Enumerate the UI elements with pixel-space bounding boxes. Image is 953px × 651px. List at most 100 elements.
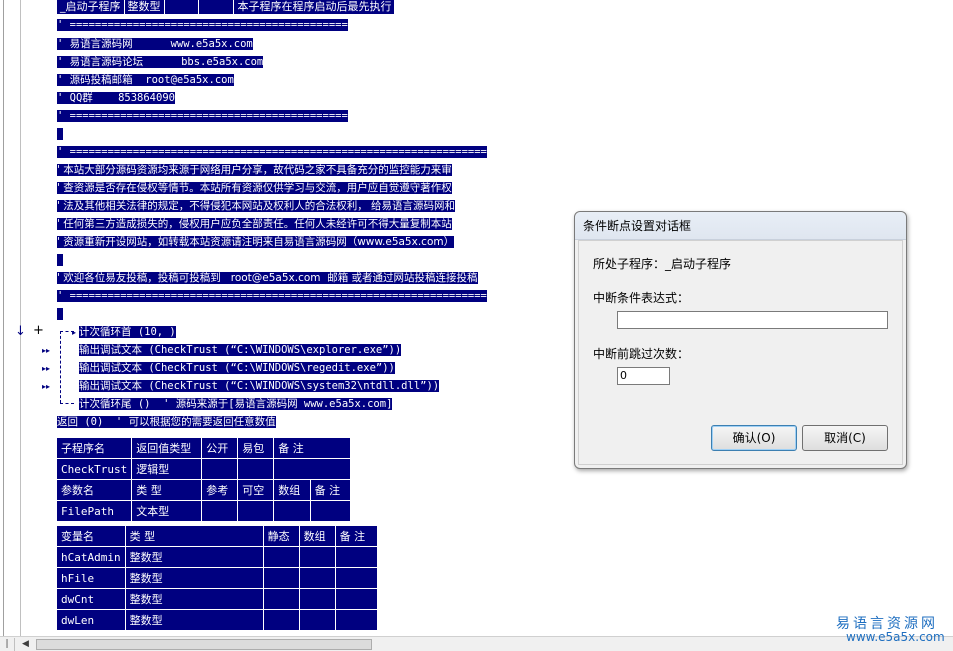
table-row[interactable]: dwCnt 整数型 xyxy=(56,588,378,610)
param-type-cell[interactable]: 文本型 xyxy=(131,500,203,522)
header-cell: 类 型 xyxy=(124,525,264,547)
var-array-cell[interactable] xyxy=(298,588,336,610)
subroutine-table: 子程序名 返回值类型 公开 易包 备 注 CheckTrust 逻辑型 参数名 … xyxy=(55,437,352,522)
header-cell: 子程序名 xyxy=(55,437,133,459)
remark-cell[interactable] xyxy=(273,458,352,480)
remark-cell: 本子程序在程序启动后最先执行 xyxy=(234,0,396,14)
code-line[interactable]: 输出调试文本 (CheckTrust (“C:\WINDOWS\system32… xyxy=(79,380,440,392)
variable-table: 变量名 类 型 静态 数组 备 注 hCatAdmin 整数型 hFile 整数… xyxy=(56,525,378,631)
param-ref-cell[interactable] xyxy=(201,500,239,522)
header-cell: 备 注 xyxy=(334,525,378,547)
sub-name-cell[interactable]: CheckTrust xyxy=(55,458,133,480)
loop-guide-line xyxy=(60,331,61,403)
var-array-cell[interactable] xyxy=(298,567,336,589)
public-cell[interactable] xyxy=(201,458,239,480)
var-name-cell[interactable]: hFile xyxy=(56,567,126,589)
header-cell: 变量名 xyxy=(56,525,126,547)
var-type-cell[interactable]: 整数型 xyxy=(124,546,264,568)
watermark-url: www.e5a5x.com xyxy=(846,630,945,644)
scrollbar-thumb[interactable] xyxy=(36,639,372,650)
header-cell: 静态 xyxy=(262,525,300,547)
header-cell: 数组 xyxy=(273,479,311,501)
dialog-title[interactable]: 条件断点设置对话框 xyxy=(575,212,906,240)
empty-cell xyxy=(164,0,200,14)
comment-line[interactable]: ' 源码投稿邮箱 root@e5a5x.com xyxy=(57,74,234,86)
var-name-cell[interactable]: hCatAdmin xyxy=(56,546,126,568)
param-name-cell[interactable]: FilePath xyxy=(55,500,133,522)
header-cell: 易包 xyxy=(237,437,275,459)
sub-name-cell: _启动子程序 xyxy=(57,0,125,14)
code-line[interactable]: 计次循环首 (10, ) xyxy=(79,326,176,338)
param-array-cell[interactable] xyxy=(273,500,311,522)
header-cell: 返回值类型 xyxy=(131,437,203,459)
comment-line[interactable]: ' 任何第三方造成损失的，侵权用户应负全部责任。任何人未经许可不得大量复制本站 xyxy=(57,218,452,230)
blank-line[interactable] xyxy=(57,254,64,266)
comment-line[interactable]: ' 易语言源码网 www.e5a5x.com xyxy=(57,38,253,50)
comment-line[interactable]: ' ======================================… xyxy=(57,146,487,158)
param-nullable-cell[interactable] xyxy=(237,500,275,522)
cancel-button[interactable]: 取消(C) xyxy=(802,425,888,451)
var-static-cell[interactable] xyxy=(262,609,300,631)
current-line-arrow-icon[interactable]: ↓ xyxy=(15,325,26,339)
expand-plus-icon[interactable]: + xyxy=(33,324,44,338)
code-line[interactable]: 输出调试文本 (CheckTrust (“C:\WINDOWS\regedit.… xyxy=(79,362,395,374)
blank-line[interactable] xyxy=(57,308,64,320)
var-remark-cell[interactable] xyxy=(334,609,378,631)
header-cell: 备 注 xyxy=(309,479,352,501)
var-remark-cell[interactable] xyxy=(334,567,378,589)
comment-line[interactable]: ' 法及其他相关法律的规定，不得侵犯本网站及权利人的合法权利， 给易语言源码网和 xyxy=(57,200,456,212)
var-remark-cell[interactable] xyxy=(334,546,378,568)
code-line[interactable]: 输出调试文本 (CheckTrust (“C:\WINDOWS\explorer… xyxy=(79,344,402,356)
var-name-cell[interactable]: dwCnt xyxy=(56,588,126,610)
comment-line[interactable]: ' 欢迎各位易友投稿，投稿可投稿到 root@e5a5x.com 邮箱 或者通过… xyxy=(57,272,478,284)
table-row[interactable]: dwLen 整数型 xyxy=(56,609,378,631)
var-array-cell[interactable] xyxy=(298,546,336,568)
var-static-cell[interactable] xyxy=(262,588,300,610)
var-array-cell[interactable] xyxy=(298,609,336,631)
header-cell: 公开 xyxy=(201,437,239,459)
param-remark-cell[interactable] xyxy=(309,500,352,522)
loop-arrow-icon: ▸ xyxy=(72,328,77,337)
comment-line[interactable]: ' ======================================… xyxy=(57,110,348,122)
code-line[interactable]: 计次循环尾 () ' 源码来源于[易语言源码网 www.e5a5x.com] xyxy=(79,398,393,410)
var-type-cell[interactable]: 整数型 xyxy=(124,567,264,589)
breakpoint-marker-icon[interactable]: ▸▸ xyxy=(42,362,50,376)
comment-line[interactable]: ' 资源重新开设网站，如转载本站资源请注明来自易语言源码网（www.e5a5x.… xyxy=(57,236,455,248)
var-type-cell[interactable]: 整数型 xyxy=(124,609,264,631)
return-type-cell[interactable]: 逻辑型 xyxy=(131,458,203,480)
editor-left-margin xyxy=(0,0,4,636)
return-line[interactable]: 返回 (0) ' 可以根据您的需要返回任意数值 xyxy=(57,416,276,428)
blank-line[interactable] xyxy=(57,128,64,140)
var-type-cell[interactable]: 整数型 xyxy=(124,588,264,610)
header-cell: 数组 xyxy=(298,525,336,547)
var-static-cell[interactable] xyxy=(262,546,300,568)
horizontal-scrollbar[interactable]: | ◀ xyxy=(0,636,953,651)
ok-button[interactable]: 确认(O) xyxy=(711,425,797,451)
var-name-cell[interactable]: dwLen xyxy=(56,609,126,631)
comment-line[interactable]: ' ======================================… xyxy=(57,19,348,31)
comment-line[interactable]: ' ======================================… xyxy=(57,290,487,302)
skip-count-input[interactable]: 0 xyxy=(617,367,670,385)
dialog-body: 所处子程序：_启动子程序 中断条件表达式： 中断前跳过次数： 0 确认(O) 取… xyxy=(578,240,903,465)
breakpoint-marker-icon[interactable]: ▸▸ xyxy=(42,380,50,394)
scroll-left-end-icon[interactable]: | xyxy=(0,638,15,651)
empty-cell xyxy=(199,0,235,14)
comment-line[interactable]: ' QQ群 853864090 xyxy=(57,92,175,104)
comment-line[interactable]: ' 本站大部分源码资源均来源于网络用户分享，故代码之家不具备充分的监控能力来审 xyxy=(57,164,452,176)
header-cell: 参考 xyxy=(201,479,239,501)
conditional-breakpoint-dialog: 条件断点设置对话框 所处子程序：_启动子程序 中断条件表达式： 中断前跳过次数：… xyxy=(574,211,907,469)
gutter-divider xyxy=(20,0,21,636)
scroll-left-arrow-icon[interactable]: ◀ xyxy=(18,638,33,651)
breakpoint-marker-icon[interactable]: ▸▸ xyxy=(42,344,50,358)
comment-line[interactable]: ' 查资源是否存在侵权等情节。本站所有资源仅供学习与交流，用户应自觉遵守著作权 xyxy=(57,182,452,194)
condition-input[interactable] xyxy=(617,311,888,329)
header-cell: 备 注 xyxy=(273,437,352,459)
var-remark-cell[interactable] xyxy=(334,588,378,610)
table-row[interactable]: hFile 整数型 xyxy=(56,567,378,589)
easy-pack-cell[interactable] xyxy=(237,458,275,480)
var-static-cell[interactable] xyxy=(262,567,300,589)
table-row[interactable]: hCatAdmin 整数型 xyxy=(56,546,378,568)
return-type-cell: 整数型 xyxy=(124,0,165,14)
condition-label: 中断条件表达式： xyxy=(593,291,690,305)
comment-line[interactable]: ' 易语言源码论坛 bbs.e5a5x.com xyxy=(57,56,264,68)
